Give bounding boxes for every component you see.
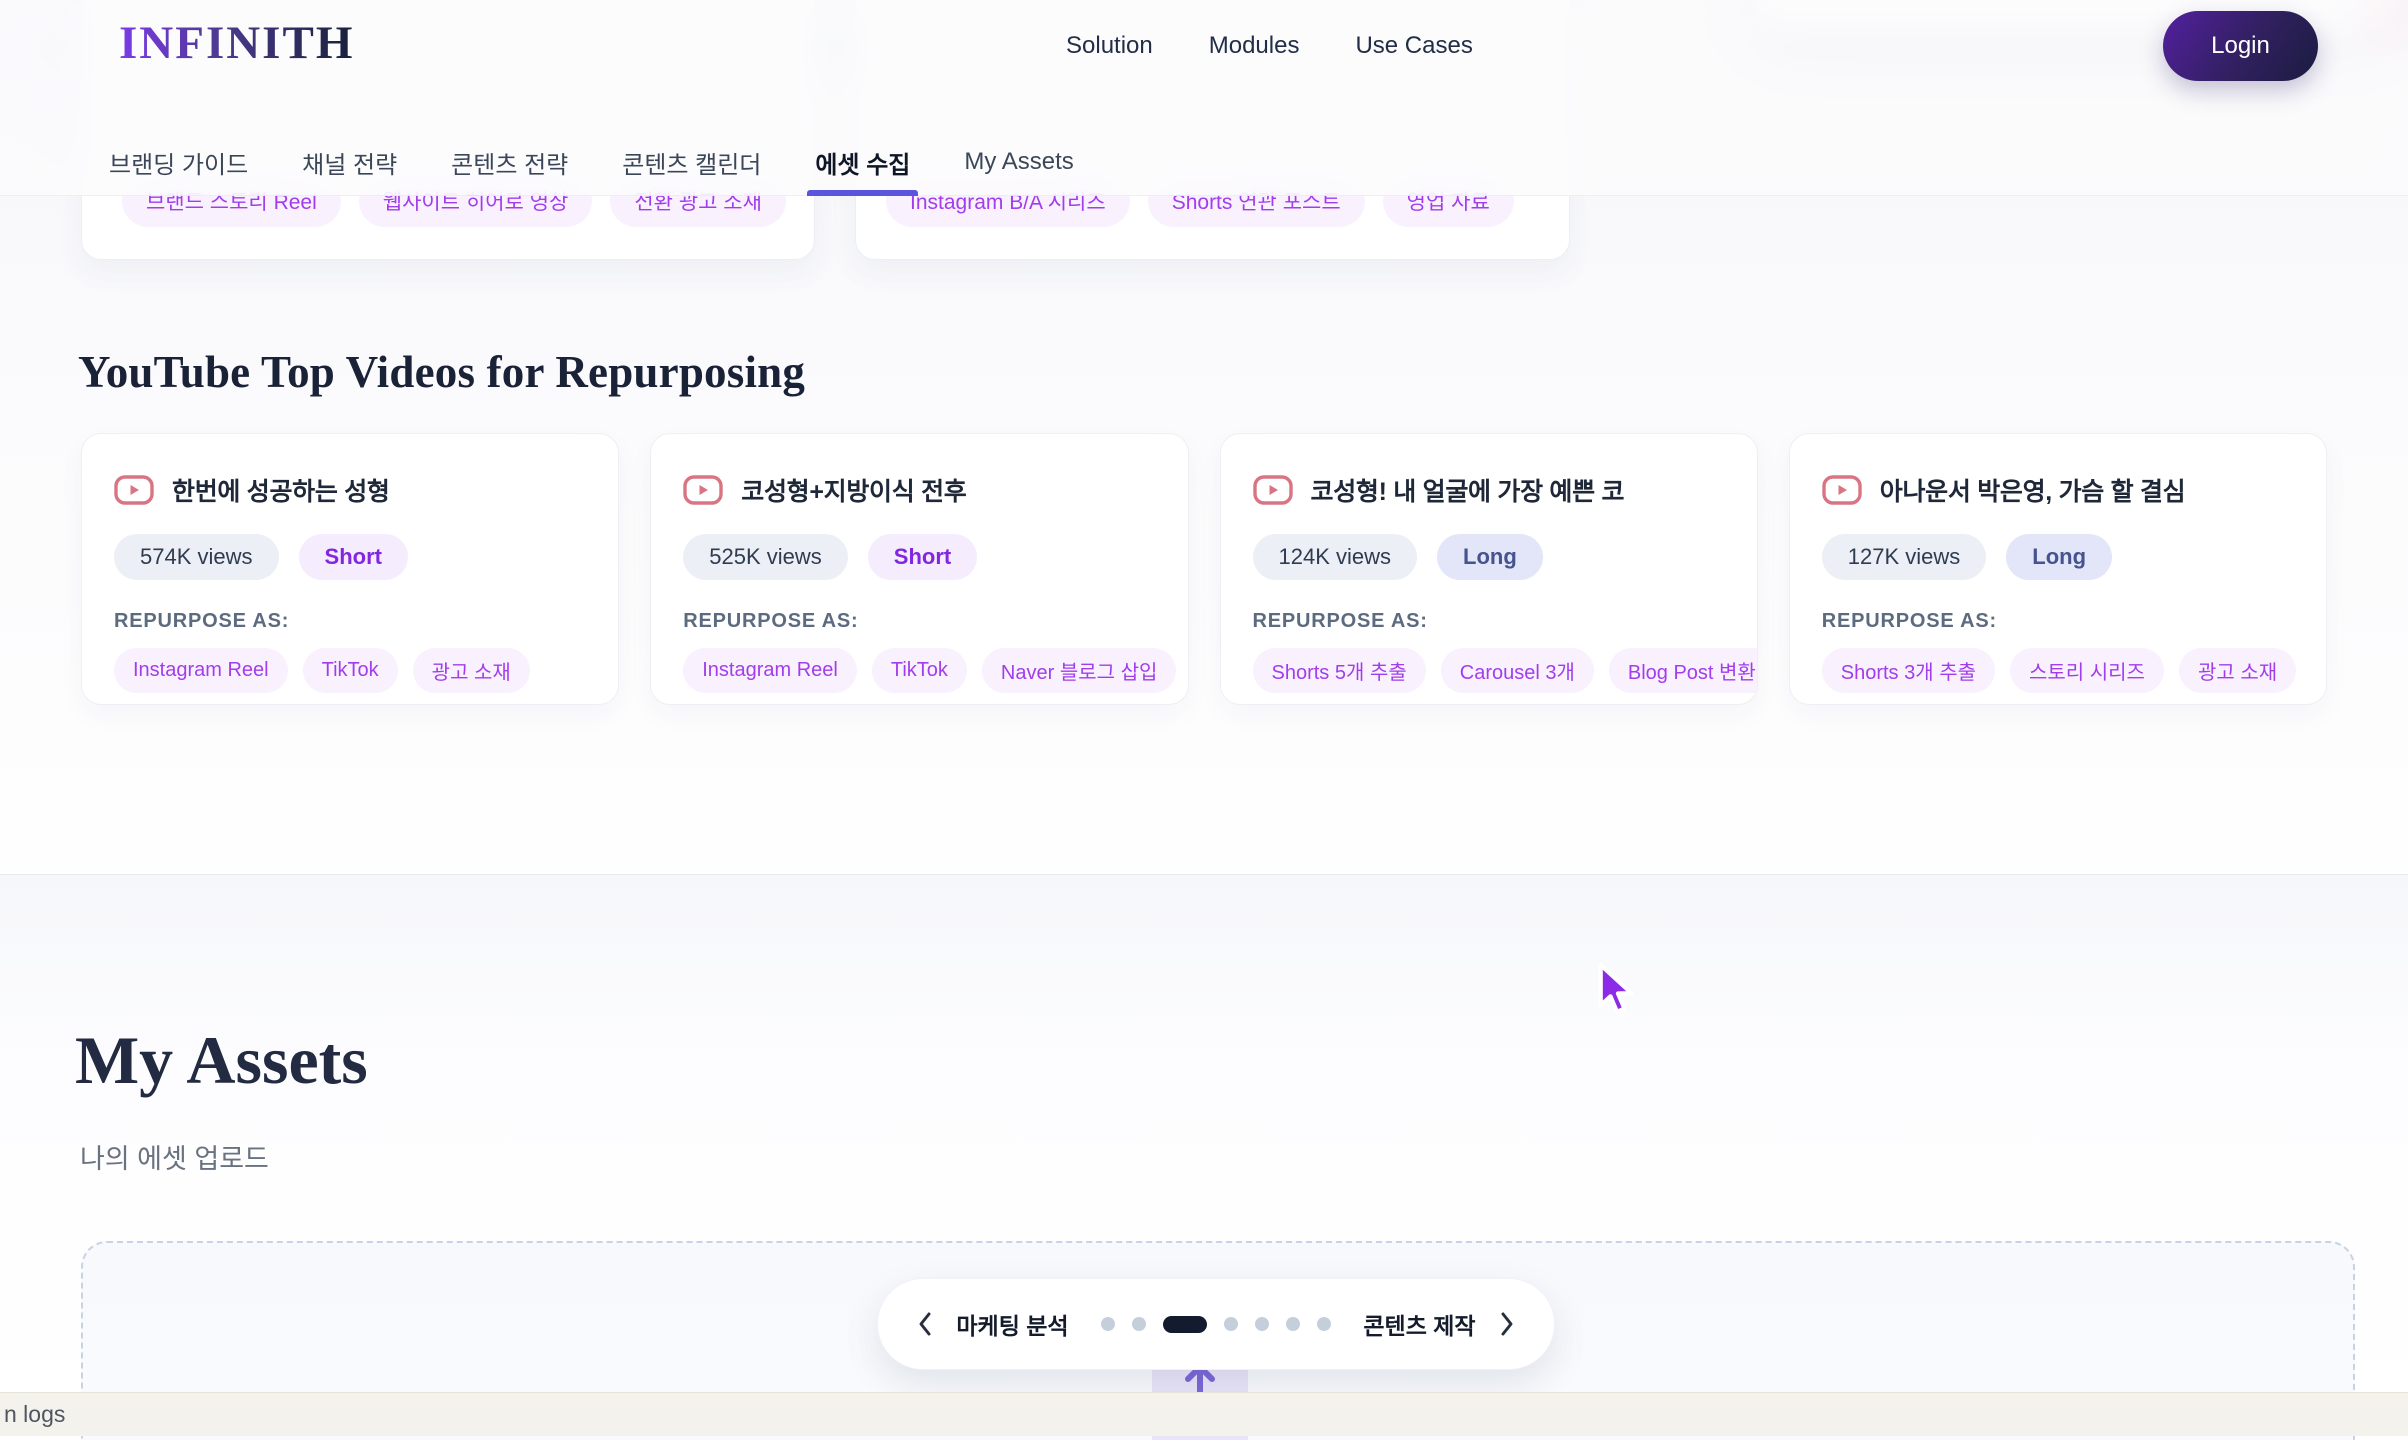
video-title: 한번에 성공하는 성형: [172, 472, 390, 508]
video-card[interactable]: 한번에 성공하는 성형 574K views Short REPURPOSE AS: I…: [81, 433, 619, 705]
repurpose-tags: Instagram ReelTikTokNaver 블로그 삽입: [683, 648, 1155, 693]
repurpose-label: REPURPOSE AS:: [114, 610, 586, 633]
video-badges: 124K views Long: [1253, 534, 1725, 580]
page: 브랜드 스토리 Reel웹사이트 히어로 영상전환 광고 소재 Instagra…: [0, 0, 2408, 1440]
nav-link-use-cases[interactable]: Use Cases: [1355, 32, 1472, 60]
carousel-dot[interactable]: [1317, 1317, 1331, 1331]
nav-link-solution[interactable]: Solution: [1066, 32, 1153, 60]
brand-logo[interactable]: INFINITH: [119, 16, 354, 70]
status-bar-text[interactable]: n logs: [4, 1401, 65, 1428]
repurpose-tags: Instagram Reel TikTok 광고 소재: [114, 648, 586, 693]
repurpose-tag: TikTok: [303, 648, 398, 693]
type-badge: Short: [868, 534, 977, 580]
type-badge: Short: [299, 534, 408, 580]
carousel-dot[interactable]: [1101, 1317, 1115, 1331]
repurpose-tag: Instagram Reel: [114, 648, 288, 693]
tab-채널-전략[interactable]: 채널 전략: [302, 128, 397, 196]
repurpose-tags: Shorts 5개 추출Carousel 3개Blog Post 변환: [1253, 648, 1725, 693]
tab-에셋-수집[interactable]: 에셋 수집: [815, 128, 910, 196]
carousel-prev-label[interactable]: 마케팅 분석: [956, 1307, 1068, 1341]
video-badges: 525K views Short: [683, 534, 1155, 580]
views-badge: 525K views: [683, 534, 848, 580]
views-badge: 124K views: [1253, 534, 1418, 580]
type-badge: Long: [2006, 534, 2112, 580]
repurpose-tag: 광고 소재: [413, 648, 530, 693]
carousel-dot[interactable]: [1132, 1317, 1146, 1331]
tab-콘텐츠-캘린더[interactable]: 콘텐츠 캘린더: [622, 128, 761, 196]
site-header: INFINITH SolutionModulesUse Cases Login …: [0, 0, 2408, 196]
video-card-header: 아나운서 박은영, 가슴 할 결심: [1822, 472, 2294, 508]
repurpose-tag: Carousel 3개: [1441, 648, 1594, 693]
repurpose-tag: Shorts 3개 추출: [1822, 648, 1995, 693]
views-badge: 127K views: [1822, 534, 1987, 580]
video-badges: 127K views Long: [1822, 534, 2294, 580]
youtube-icon: [683, 475, 723, 505]
tab-My-Assets[interactable]: My Assets: [964, 128, 1073, 196]
video-badges: 574K views Short: [114, 534, 586, 580]
repurpose-tag: Shorts 5개 추출: [1253, 648, 1426, 693]
tab-콘텐츠-전략[interactable]: 콘텐츠 전략: [451, 128, 568, 196]
section-carousel: 마케팅 분석 콘텐츠 제작: [877, 1278, 1555, 1370]
repurpose-label: REPURPOSE AS:: [1253, 610, 1725, 633]
video-card-grid: 한번에 성공하는 성형 574K views Short REPURPOSE AS: I…: [81, 433, 2327, 705]
main-nav: Solution Modules Use Cases: [1066, 24, 1473, 68]
repurpose-tag: 스토리 시리즈: [2010, 648, 2164, 693]
video-title: 아나운서 박은영, 가슴 할 결심: [1880, 472, 2186, 508]
views-badge: 574K views: [114, 534, 279, 580]
carousel-next-label[interactable]: 콘텐츠 제작: [1363, 1307, 1475, 1341]
type-badge: Long: [1437, 534, 1543, 580]
repurpose-tag: 광고 소재: [2179, 648, 2296, 693]
repurpose-label: REPURPOSE AS:: [683, 610, 1155, 633]
carousel-dot[interactable]: [1224, 1317, 1238, 1331]
my-assets-title: My Assets: [75, 1021, 368, 1100]
videos-section-title: YouTube Top Videos for Repurposing: [78, 346, 805, 398]
youtube-icon: [114, 475, 154, 505]
carousel-dot[interactable]: [1286, 1317, 1300, 1331]
repurpose-tag: TikTok: [872, 648, 967, 693]
tab-브랜딩-가이드[interactable]: 브랜딩 가이드: [109, 128, 248, 196]
carousel-dot[interactable]: [1255, 1317, 1269, 1331]
my-assets-section: My Assets 나의 에셋 업로드 마케팅 분석 콘텐츠 제작: [0, 874, 2408, 1440]
repurpose-tag: Naver 블로그 삽입: [982, 648, 1176, 693]
video-title: 코성형+지방이식 전후: [741, 472, 966, 508]
carousel-prev-icon[interactable]: [916, 1310, 934, 1338]
video-card-header: 코성형+지방이식 전후: [683, 472, 1155, 508]
video-card[interactable]: 아나운서 박은영, 가슴 할 결심 127K views Long REPURPOSE…: [1789, 433, 2327, 705]
carousel-dots: [1101, 1316, 1331, 1333]
carousel-next-icon[interactable]: [1498, 1310, 1516, 1338]
video-card[interactable]: 코성형! 내 얼굴에 가장 예쁜 코 124K views Long REPURPOS…: [1220, 433, 1758, 705]
video-card[interactable]: 코성형+지방이식 전후 525K views Short REPURPOSE AS: I…: [650, 433, 1188, 705]
youtube-icon: [1253, 475, 1293, 505]
my-assets-subtitle: 나의 에셋 업로드: [80, 1137, 269, 1176]
repurpose-tags: Shorts 3개 추출 스토리 시리즈 광고 소재: [1822, 648, 2294, 693]
repurpose-tag: Instagram Reel: [683, 648, 857, 693]
status-bar[interactable]: n logs: [0, 1392, 2408, 1436]
nav-link-modules[interactable]: Modules: [1209, 32, 1300, 60]
repurpose-tag: Blog Post 변환: [1609, 648, 1758, 693]
video-card-header: 코성형! 내 얼굴에 가장 예쁜 코: [1253, 472, 1725, 508]
repurpose-label: REPURPOSE AS:: [1822, 610, 2294, 633]
carousel-dot-active[interactable]: [1163, 1316, 1207, 1333]
login-button[interactable]: Login: [2163, 11, 2318, 81]
video-card-header: 한번에 성공하는 성형: [114, 472, 586, 508]
youtube-icon: [1822, 475, 1862, 505]
video-title: 코성형! 내 얼굴에 가장 예쁜 코: [1311, 472, 1625, 508]
tab-bar: 브랜딩 가이드 채널 전략 콘텐츠 전략 콘텐츠 캘린더 에셋 수집 My Assets: [109, 128, 1074, 196]
